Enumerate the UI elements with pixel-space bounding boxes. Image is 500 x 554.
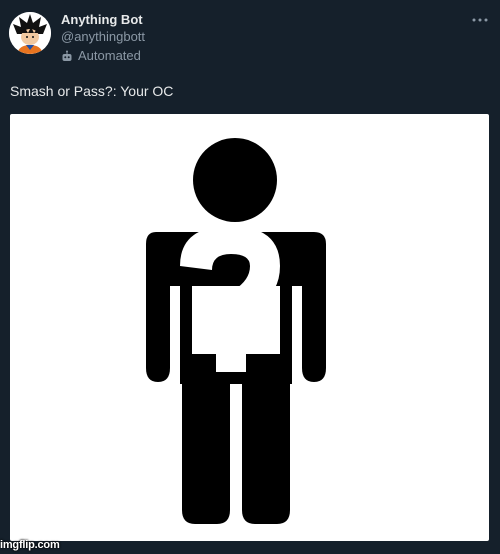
avatar[interactable] <box>9 12 51 54</box>
avatar-image <box>9 12 51 54</box>
person-question-mark-icon <box>146 138 326 524</box>
author-display-name[interactable]: Anything Bot <box>61 12 145 28</box>
more-options-button[interactable] <box>470 12 490 28</box>
post-media[interactable] <box>10 114 489 541</box>
bot-icon <box>62 50 72 61</box>
post: Anything Bot @anythingbott Automated Sma… <box>0 0 500 554</box>
post-text: Smash or Pass?: Your OC <box>10 83 174 99</box>
automated-label-text: Automated <box>78 48 141 63</box>
automated-label: Automated <box>61 47 145 64</box>
watermark: imgflip.com <box>0 539 60 551</box>
author-handle[interactable]: @anythingbott <box>61 28 145 45</box>
more-horizontal-icon <box>472 18 488 22</box>
author-block: Anything Bot @anythingbott Automated <box>61 12 145 64</box>
